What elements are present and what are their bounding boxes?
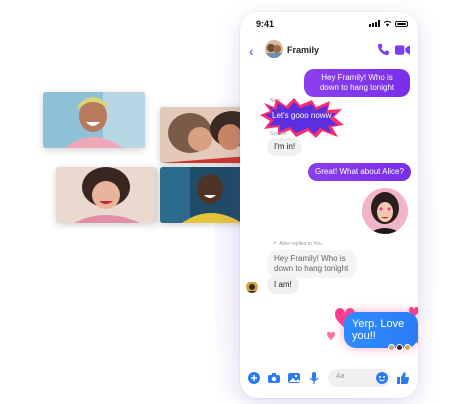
sender-name-gordon: Gordon	[270, 131, 287, 137]
image-icon[interactable]	[288, 372, 300, 384]
photo-message[interactable]	[362, 188, 408, 234]
video-participant-3	[56, 167, 157, 223]
seen-avatar-1	[388, 344, 395, 351]
messenger-phone: 9:41 ‹ Framily Hey Framily! Who is down …	[240, 12, 418, 398]
video-tile-3[interactable]	[56, 167, 157, 223]
reply-arrow-icon: ↶	[273, 241, 278, 247]
plus-icon[interactable]	[248, 372, 260, 384]
chat-header: ‹ Framily	[240, 36, 418, 68]
chat-title[interactable]: Framily	[287, 45, 319, 55]
video-participant-1	[43, 92, 145, 148]
message-composer: Aa	[240, 364, 418, 392]
message-incoming-2: I am!	[267, 276, 299, 294]
quoted-message: Hey Framily! Who is down to hang tonight	[267, 250, 357, 278]
microphone-icon[interactable]	[308, 372, 320, 384]
video-camera-icon[interactable]	[395, 44, 410, 56]
message-outgoing-1: Hey Framily! Who is down to hang tonight	[304, 69, 410, 97]
emoji-icon[interactable]	[376, 372, 388, 384]
thumbs-up-icon[interactable]	[397, 372, 409, 384]
read-receipts	[388, 344, 411, 351]
wifi-icon	[383, 20, 392, 27]
message-outgoing-2: Great! What about Alice?	[308, 163, 411, 181]
seen-avatar-2	[396, 344, 403, 351]
camera-icon[interactable]	[268, 372, 280, 384]
message-input-placeholder: Aa	[336, 373, 345, 380]
system-icons	[369, 20, 408, 27]
message-incoming-1: I'm in!	[267, 138, 303, 156]
group-avatar[interactable]	[265, 40, 283, 58]
status-bar: 9:41	[240, 12, 418, 36]
signal-icon	[369, 20, 380, 27]
video-tile-1[interactable]	[43, 92, 145, 148]
back-chevron-icon[interactable]: ‹	[249, 44, 261, 58]
alice-avatar	[246, 281, 258, 293]
status-time: 9:41	[256, 19, 275, 29]
reply-label: Alice replied to You	[279, 241, 322, 247]
reply-indicator: ↶ Alice replied to You	[273, 241, 322, 247]
battery-icon	[395, 20, 408, 27]
seen-avatar-3	[404, 344, 411, 351]
message-outgoing-love: Yerp. Love you!!	[344, 312, 418, 348]
message-burst-text: Let's gooo noww	[272, 111, 332, 120]
phone-icon[interactable]	[377, 43, 390, 56]
